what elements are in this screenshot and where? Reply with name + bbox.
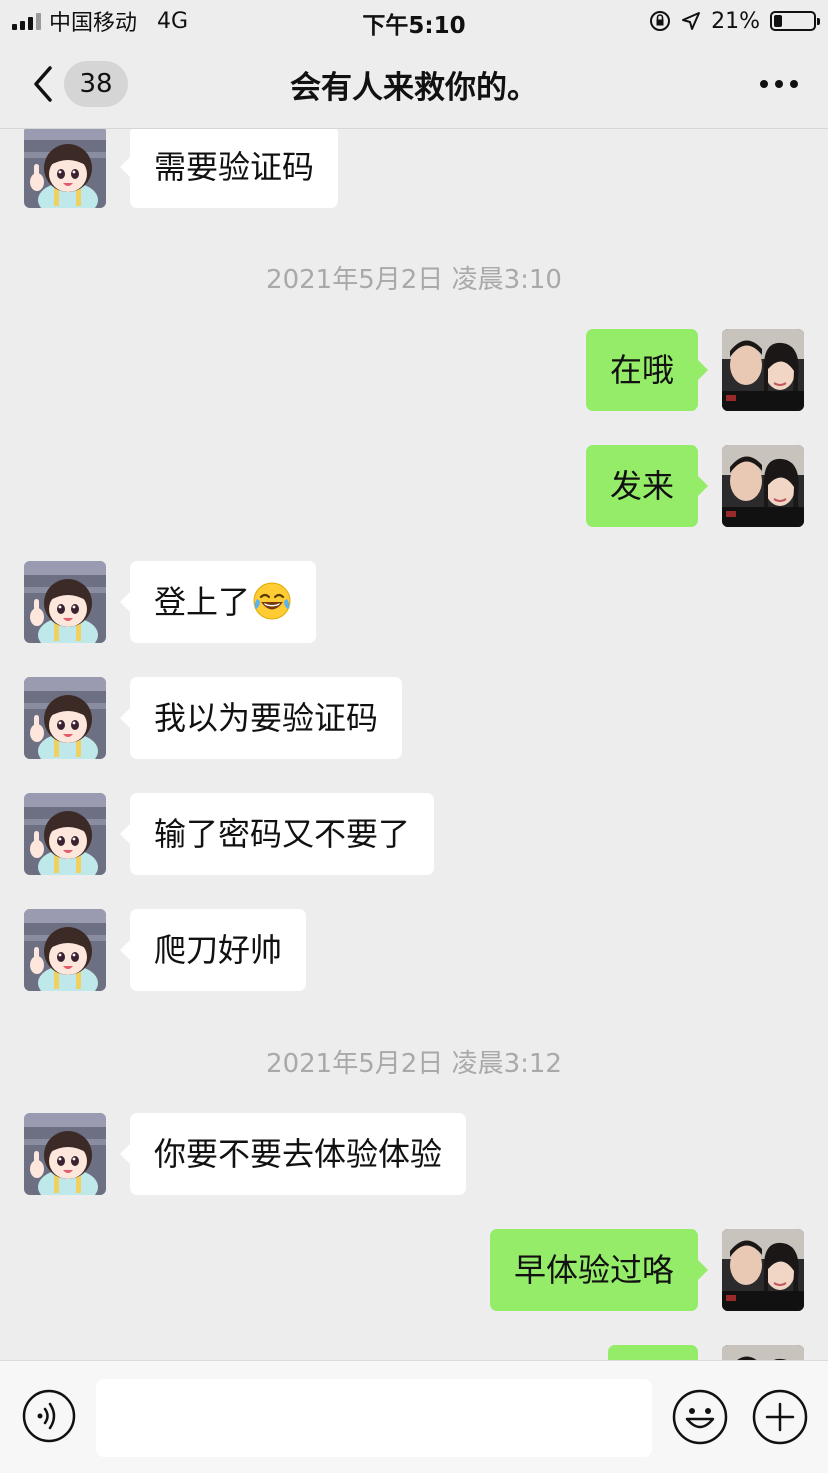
my-avatar[interactable]: [722, 1229, 804, 1311]
message-text: 登上了: [154, 583, 251, 621]
contact-avatar[interactable]: [24, 129, 106, 208]
outgoing-message[interactable]: [608, 1345, 698, 1360]
message-list[interactable]: 需要验证码 2021年5月2日 凌晨3:10 在哦 发来 登上了 我以为要验证码…: [0, 129, 828, 1360]
battery-icon: [770, 11, 820, 31]
chat-title: 会有人来救你的。: [290, 70, 538, 106]
input-bar: [0, 1360, 828, 1473]
emoji-icon[interactable]: [672, 1389, 728, 1445]
chat-header: 38 会有人来救你的。: [0, 44, 828, 129]
voice-icon[interactable]: [22, 1389, 76, 1443]
laughing-tears-emoji-icon: [253, 582, 291, 620]
location-icon: [682, 12, 701, 30]
contact-avatar[interactable]: [24, 909, 106, 991]
my-avatar[interactable]: [722, 445, 804, 527]
contact-avatar[interactable]: [24, 561, 106, 643]
more-options-icon[interactable]: [760, 80, 798, 88]
my-avatar[interactable]: [722, 329, 804, 411]
contact-avatar[interactable]: [24, 1113, 106, 1195]
incoming-message[interactable]: 我以为要验证码: [119, 677, 403, 759]
message-input[interactable]: [96, 1379, 652, 1457]
outgoing-message[interactable]: 发来: [585, 445, 709, 527]
incoming-message[interactable]: 需要验证码: [119, 129, 339, 208]
incoming-message[interactable]: 登上了: [119, 561, 317, 643]
contact-avatar[interactable]: [24, 677, 106, 759]
plus-icon[interactable]: [752, 1389, 808, 1445]
outgoing-message[interactable]: 在哦: [585, 329, 709, 411]
timestamp: 2021年5月2日 凌晨3:12: [266, 1049, 562, 1079]
incoming-message[interactable]: 你要不要去体验体验: [119, 1113, 467, 1195]
my-avatar[interactable]: [722, 1345, 804, 1360]
status-bar: 中国移动 4G 下午5:10 21%: [0, 0, 828, 44]
outgoing-message[interactable]: 早体验过咯: [489, 1229, 709, 1311]
status-right: 21%: [649, 6, 820, 36]
incoming-message[interactable]: 爬刀好帅: [119, 909, 307, 991]
incoming-message[interactable]: 输了密码又不要了: [119, 793, 435, 875]
orientation-lock-icon: [650, 11, 671, 31]
timestamp: 2021年5月2日 凌晨3:10: [266, 265, 562, 295]
battery-percent: 21%: [711, 8, 760, 34]
contact-avatar[interactable]: [24, 793, 106, 875]
